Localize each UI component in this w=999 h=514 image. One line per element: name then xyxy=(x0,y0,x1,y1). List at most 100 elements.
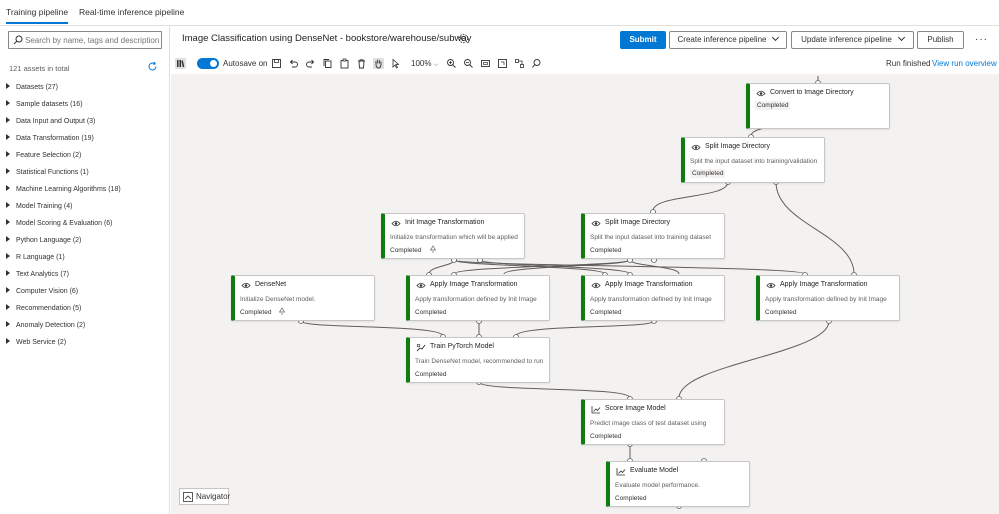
node-title: Score Image Model xyxy=(605,405,666,412)
chart-icon xyxy=(591,406,601,414)
node-convert-to-image-directory[interactable]: Convert to Image Directory Completed xyxy=(746,83,890,129)
tab-realtime-inference-pipeline[interactable]: Real-time inference pipeline xyxy=(79,7,184,17)
node-train-pytorch-model[interactable]: Train PyTorch Model Train DenseNet model… xyxy=(406,337,550,383)
search-icon xyxy=(13,35,23,45)
node-title: Train PyTorch Model xyxy=(430,343,494,350)
more-options-icon[interactable]: ··· xyxy=(975,34,988,45)
node-apply-image-transformation[interactable]: Apply Image Transformation Apply transfo… xyxy=(756,275,900,321)
node-apply-image-transformation[interactable]: Apply Image Transformation Apply transfo… xyxy=(406,275,550,321)
pipeline-canvas[interactable]: Convert to Image Directory Completed Spl… xyxy=(171,74,999,514)
submit-button[interactable]: Submit xyxy=(620,31,666,49)
node-description: Initialize DenseNet model. xyxy=(240,296,316,303)
eye-icon xyxy=(416,282,426,289)
autosave-label: Autosave on xyxy=(223,59,268,68)
category-item[interactable]: Recommendation (5) xyxy=(6,304,81,316)
zoom-in-icon[interactable] xyxy=(446,58,457,69)
autosave-toggle[interactable] xyxy=(197,58,219,69)
copy-icon[interactable] xyxy=(322,58,333,69)
create-inference-pipeline-button[interactable]: Create inference pipeline xyxy=(669,31,787,49)
category-item[interactable]: Model Training (4) xyxy=(6,202,72,214)
caret-right-icon xyxy=(6,117,10,123)
category-item[interactable]: R Language (1) xyxy=(6,253,65,265)
zoom-dropdown[interactable]: 100% ⌵ xyxy=(411,59,438,69)
node-title: Apply Image Transformation xyxy=(430,281,518,288)
refresh-icon[interactable] xyxy=(147,61,158,72)
delete-icon[interactable] xyxy=(356,58,367,69)
node-description: Apply transformation defined by Init Ima… xyxy=(590,296,712,303)
caret-right-icon xyxy=(6,83,10,89)
node-description: Train DenseNet model, recommended to run xyxy=(415,358,544,365)
category-item[interactable]: Feature Selection (2) xyxy=(6,151,81,163)
node-status: Completed xyxy=(240,309,272,316)
pipeline-title: Image Classification using DenseNet - bo… xyxy=(182,33,472,44)
node-status: Completed xyxy=(390,247,422,254)
update-inference-pipeline-button[interactable]: Update inference pipeline xyxy=(791,31,914,49)
pan-hand-icon[interactable] xyxy=(373,58,384,69)
category-item[interactable]: Data Input and Output (3) xyxy=(6,117,95,129)
node-description: Evaluate model performance. xyxy=(615,482,700,489)
library-icon[interactable] xyxy=(175,58,186,69)
chevron-down-icon xyxy=(772,33,780,42)
caret-right-icon xyxy=(6,321,10,327)
save-icon[interactable] xyxy=(271,58,282,69)
search-canvas-icon[interactable] xyxy=(531,58,542,69)
asset-count: 121 assets in total xyxy=(9,64,70,73)
zoom-out-icon[interactable] xyxy=(463,58,474,69)
paste-icon[interactable] xyxy=(339,58,350,69)
category-item[interactable]: Data Transformation (19) xyxy=(6,134,94,146)
category-item[interactable]: Machine Learning Algorithms (18) xyxy=(6,185,121,197)
publish-button[interactable]: Publish xyxy=(917,31,964,49)
node-init-image-transformation[interactable]: Init Image Transformation Initialize tra… xyxy=(381,213,525,259)
node-densenet[interactable]: DenseNet Initialize DenseNet model. Comp… xyxy=(231,275,375,321)
node-title: DenseNet xyxy=(255,281,287,288)
pipeline-tabs: Training pipeline Real-time inference pi… xyxy=(0,0,999,26)
eye-icon xyxy=(241,282,251,289)
category-item[interactable]: Web Service (2) xyxy=(6,338,66,350)
category-item[interactable]: Anomaly Detection (2) xyxy=(6,321,85,333)
category-item[interactable]: Sample datasets (16) xyxy=(6,100,83,112)
eye-icon xyxy=(591,220,601,227)
node-evaluate-model[interactable]: Evaluate Model Evaluate model performanc… xyxy=(606,461,750,507)
category-item[interactable]: Datasets (27) xyxy=(6,83,58,95)
view-run-overview-link[interactable]: View run overview xyxy=(932,59,997,68)
pointer-icon[interactable] xyxy=(390,58,401,69)
caret-right-icon xyxy=(6,270,10,276)
category-item[interactable]: Python Language (2) xyxy=(6,236,81,248)
asset-library-sidebar: 121 assets in total Datasets (27) Sample… xyxy=(0,26,170,514)
reuse-icon xyxy=(278,307,286,315)
node-status: Completed xyxy=(590,309,622,316)
node-split-image-directory[interactable]: Split Image Directory Split the input da… xyxy=(681,137,825,183)
node-score-image-model[interactable]: Score Image Model Predict image class of… xyxy=(581,399,725,445)
node-status: Completed xyxy=(765,309,797,316)
node-description: Apply transformation defined by Init Ima… xyxy=(415,296,537,303)
eye-icon xyxy=(756,90,766,97)
node-split-image-directory[interactable]: Split Image Directory Split the input da… xyxy=(581,213,725,259)
category-item[interactable]: Statistical Functions (1) xyxy=(6,168,89,180)
run-status: Run finished xyxy=(886,59,931,68)
node-description: Split the input dataset into training/va… xyxy=(690,158,818,165)
search-input[interactable] xyxy=(25,33,159,47)
node-title: Evaluate Model xyxy=(630,467,679,474)
caret-right-icon xyxy=(6,219,10,225)
node-status: Completed xyxy=(755,101,791,110)
actual-size-icon[interactable] xyxy=(497,58,508,69)
caret-right-icon xyxy=(6,134,10,140)
auto-layout-icon[interactable] xyxy=(514,58,525,69)
category-item[interactable]: Model Scoring & Evaluation (6) xyxy=(6,219,113,231)
fit-to-screen-icon[interactable] xyxy=(480,58,491,69)
category-item[interactable]: Text Analytics (7) xyxy=(6,270,69,282)
caret-right-icon xyxy=(6,304,10,310)
node-status: Completed xyxy=(590,433,622,440)
redo-icon[interactable] xyxy=(305,58,316,69)
category-item[interactable]: Computer Vision (6) xyxy=(6,287,78,299)
node-status: Completed xyxy=(415,309,447,316)
undo-icon[interactable] xyxy=(288,58,299,69)
tab-training-pipeline[interactable]: Training pipeline xyxy=(6,7,69,24)
navigator-button[interactable]: Navigator xyxy=(179,488,230,505)
node-description: Initialize transformation which will be … xyxy=(390,234,518,241)
gear-icon[interactable] xyxy=(458,33,469,44)
node-apply-image-transformation[interactable]: Apply Image Transformation Apply transfo… xyxy=(581,275,725,321)
chevron-down-icon: ⌵ xyxy=(433,62,439,68)
node-status: Completed xyxy=(690,169,726,178)
search-box[interactable] xyxy=(8,31,162,49)
